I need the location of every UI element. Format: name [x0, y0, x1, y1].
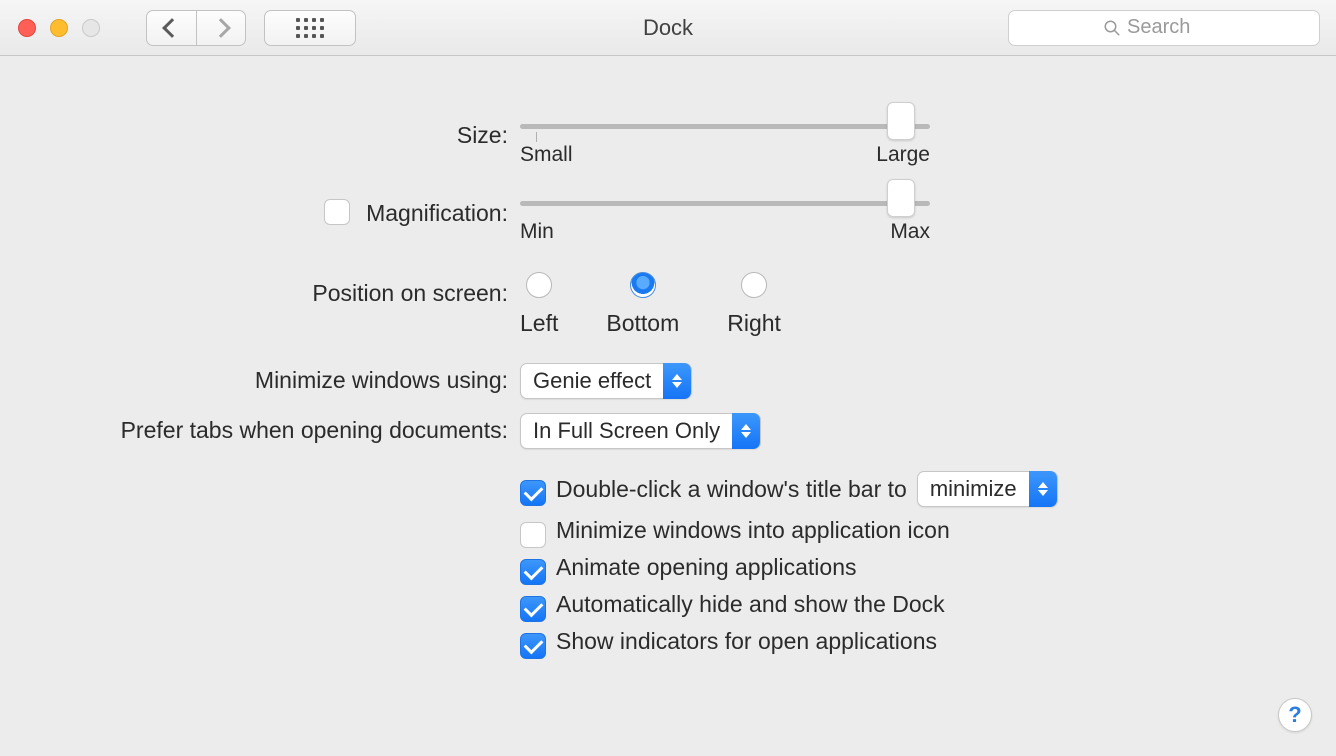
window-controls [18, 19, 100, 37]
size-min-label: Small [520, 143, 573, 167]
animateOpening-checkbox[interactable] [520, 559, 546, 585]
help-button[interactable]: ? [1278, 698, 1312, 732]
position-radio-label: Bottom [606, 310, 679, 337]
position-radio-bottom[interactable] [630, 272, 656, 298]
position-label: Position on screen: [60, 272, 520, 310]
minimizeIntoIcon-label: Minimize windows into application icon [556, 517, 950, 544]
size-slider[interactable] [520, 118, 930, 129]
search-field[interactable]: Search [1008, 10, 1320, 46]
titlebar: Dock Search [0, 0, 1336, 56]
show-all-button[interactable] [264, 10, 356, 46]
prefer-tabs-value: In Full Screen Only [521, 418, 732, 444]
forward-button [196, 10, 246, 46]
autoHide-label: Automatically hide and show the Dock [556, 591, 945, 618]
back-button[interactable] [146, 10, 196, 46]
nav-segmented [146, 10, 246, 46]
position-radio-right[interactable] [741, 272, 767, 298]
chevron-right-icon [211, 18, 231, 38]
position-radio-label: Left [520, 310, 558, 337]
magnification-label: Magnification: [366, 200, 508, 226]
doubleClickTitle-checkbox[interactable] [520, 480, 546, 506]
titlebar-action-dropdown[interactable]: minimize [917, 471, 1058, 507]
prefer-tabs-dropdown[interactable]: In Full Screen Only [520, 413, 761, 449]
position-radio-group: Left Bottom Right [520, 272, 1276, 337]
preferences-content: Size: Small Large Magnification: Min [0, 56, 1336, 665]
position-radio-label: Right [727, 310, 781, 337]
minimizeIntoIcon-checkbox[interactable] [520, 522, 546, 548]
prefer-tabs-label: Prefer tabs when opening documents: [60, 413, 520, 447]
stepper-icon [663, 363, 691, 399]
stepper-icon [1029, 471, 1057, 507]
showIndicators-label: Show indicators for open applications [556, 628, 937, 655]
magnification-min-label: Min [520, 220, 554, 244]
titlebar-action-value: minimize [918, 476, 1029, 502]
zoom-window-button [82, 19, 100, 37]
animateOpening-label: Animate opening applications [556, 554, 856, 581]
chevron-left-icon [162, 18, 182, 38]
showIndicators-checkbox[interactable] [520, 633, 546, 659]
search-placeholder: Search [1127, 16, 1190, 39]
minimize-using-label: Minimize windows using: [60, 363, 520, 397]
minimize-window-button[interactable] [50, 19, 68, 37]
magnification-checkbox[interactable] [324, 199, 350, 225]
autoHide-checkbox[interactable] [520, 596, 546, 622]
size-label: Size: [60, 118, 520, 152]
grid-icon [296, 18, 324, 38]
minimize-effect-dropdown[interactable]: Genie effect [520, 363, 692, 399]
close-window-button[interactable] [18, 19, 36, 37]
doubleClickTitle-label: Double-click a window's title bar to [556, 476, 907, 503]
magnification-slider[interactable] [520, 195, 930, 206]
search-icon [1103, 19, 1121, 37]
stepper-icon [732, 413, 760, 449]
position-radio-left[interactable] [526, 272, 552, 298]
minimize-effect-value: Genie effect [521, 368, 663, 394]
magnification-max-label: Max [890, 220, 930, 244]
size-max-label: Large [876, 143, 930, 167]
